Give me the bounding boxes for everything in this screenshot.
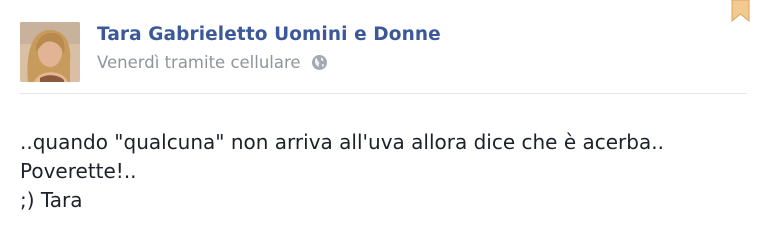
post-card: Tara Gabrieletto Uomini e Donne Venerdì …	[0, 0, 767, 245]
message-line-2: Poverette!..	[20, 159, 137, 183]
globe-icon[interactable]	[311, 54, 328, 71]
message-line-3: ;) Tara	[20, 188, 83, 212]
author-name-link[interactable]: Tara Gabrieletto Uomini e Donne	[97, 24, 441, 45]
header-divider	[20, 93, 747, 94]
avatar-photo	[20, 22, 80, 82]
bookmark-icon[interactable]	[731, 0, 750, 23]
message-line-1: ..quando "qualcuna" non arriva all'uva a…	[20, 130, 664, 154]
post-message: ..quando "qualcuna" non arriva all'uva a…	[20, 128, 664, 215]
post-timestamp-via[interactable]: Venerdì tramite cellulare	[97, 53, 301, 72]
post-meta: Venerdì tramite cellulare	[97, 53, 328, 72]
avatar[interactable]	[20, 22, 80, 82]
